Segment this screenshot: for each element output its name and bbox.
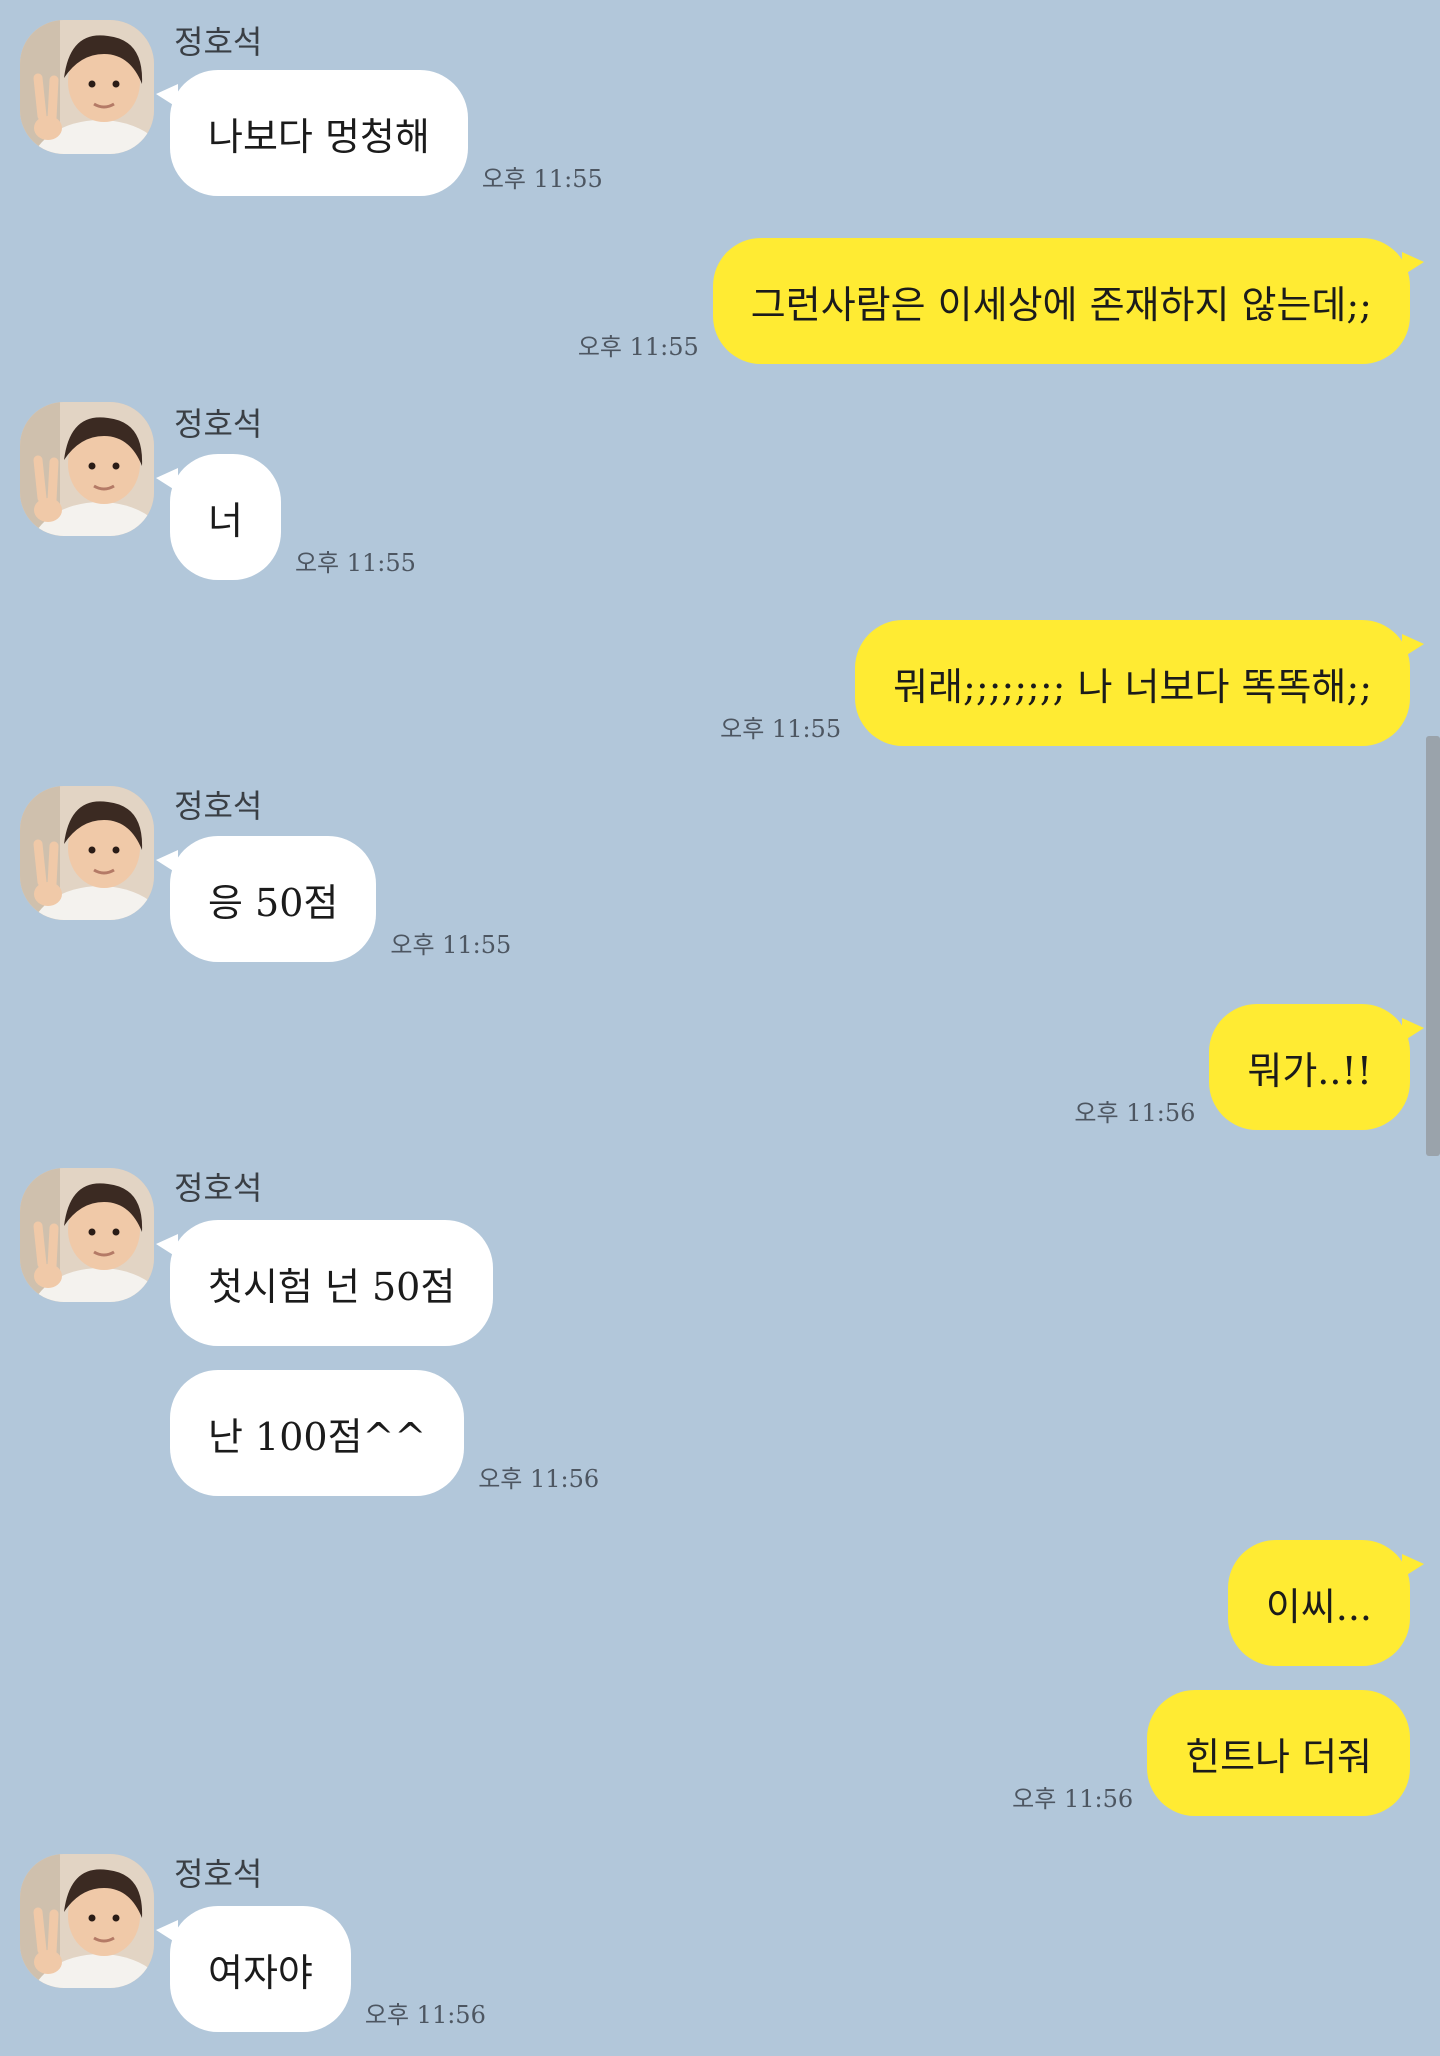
- message-row: 너 오후 11:55: [156, 454, 430, 580]
- message-bubble[interactable]: 이씨...: [1227, 1540, 1425, 1666]
- sender-name: 정호석: [174, 23, 263, 61]
- avatar[interactable]: [20, 20, 154, 154]
- profile-photo-icon: [20, 1168, 154, 1302]
- message-bubble[interactable]: 그런사람은 이세상에 존재하지 않는데;;: [712, 238, 1425, 364]
- message-time: 오후 11:56: [364, 2001, 486, 2029]
- message-bubble[interactable]: 여자야: [156, 1906, 351, 2032]
- profile-photo-icon: [20, 402, 154, 536]
- message-bubble[interactable]: 나보다 멍청해: [156, 70, 468, 196]
- message-time: 오후 11:55: [481, 165, 603, 193]
- avatar[interactable]: [20, 1168, 154, 1302]
- message-row: 그런사람은 이세상에 존재하지 않는데;; 오후 11:55: [564, 238, 1425, 364]
- avatar[interactable]: [20, 786, 154, 920]
- message-row: 나보다 멍청해 오후 11:55: [156, 70, 617, 196]
- message-time: 오후 11:56: [1074, 1099, 1196, 1127]
- message-row: 뭐래;;;;;;;; 나 너보다 똑똑해;; 오후 11:55: [706, 620, 1424, 746]
- message-row: 이씨...: [1227, 1540, 1425, 1666]
- avatar[interactable]: [20, 402, 154, 536]
- profile-photo-icon: [20, 786, 154, 920]
- message-row: 여자야 오후 11:56: [156, 1906, 500, 2032]
- message-bubble[interactable]: 응 50점: [155, 836, 377, 962]
- sender-name: 정호석: [174, 405, 263, 443]
- profile-photo-icon: [20, 20, 154, 154]
- message-row: 뭐가..!! 오후 11:56: [1060, 1004, 1424, 1130]
- message-time: 오후 11:55: [577, 333, 699, 361]
- sender-name: 정호석: [174, 1855, 263, 1893]
- message-time: 오후 11:55: [390, 931, 512, 959]
- message-bubble[interactable]: 첫시험 넌 50점: [155, 1220, 494, 1346]
- message-row: 힌트나 더줘 오후 11:56: [998, 1690, 1410, 1816]
- sender-name: 정호석: [174, 787, 263, 825]
- message-bubble[interactable]: 힌트나 더줘: [1147, 1690, 1410, 1816]
- profile-photo-icon: [20, 1854, 154, 1988]
- message-row: 첫시험 넌 50점: [155, 1220, 494, 1346]
- message-time: 오후 11:55: [720, 715, 842, 743]
- message-bubble[interactable]: 난 100점^^: [170, 1370, 465, 1496]
- avatar[interactable]: [20, 1854, 154, 1988]
- message-row: 응 50점 오후 11:55: [155, 836, 525, 962]
- message-bubble[interactable]: 뭐가..!!: [1209, 1004, 1424, 1130]
- message-bubble[interactable]: 너: [156, 454, 281, 580]
- message-bubble[interactable]: 뭐래;;;;;;;; 나 너보다 똑똑해;;: [855, 620, 1424, 746]
- scrollbar[interactable]: [1426, 736, 1440, 1156]
- message-row: 난 100점^^ 오후 11:56: [170, 1370, 613, 1496]
- sender-name: 정호석: [174, 1169, 263, 1207]
- message-time: 오후 11:55: [294, 549, 416, 577]
- message-time: 오후 11:56: [1012, 1785, 1134, 1813]
- message-time: 오후 11:56: [478, 1465, 600, 1493]
